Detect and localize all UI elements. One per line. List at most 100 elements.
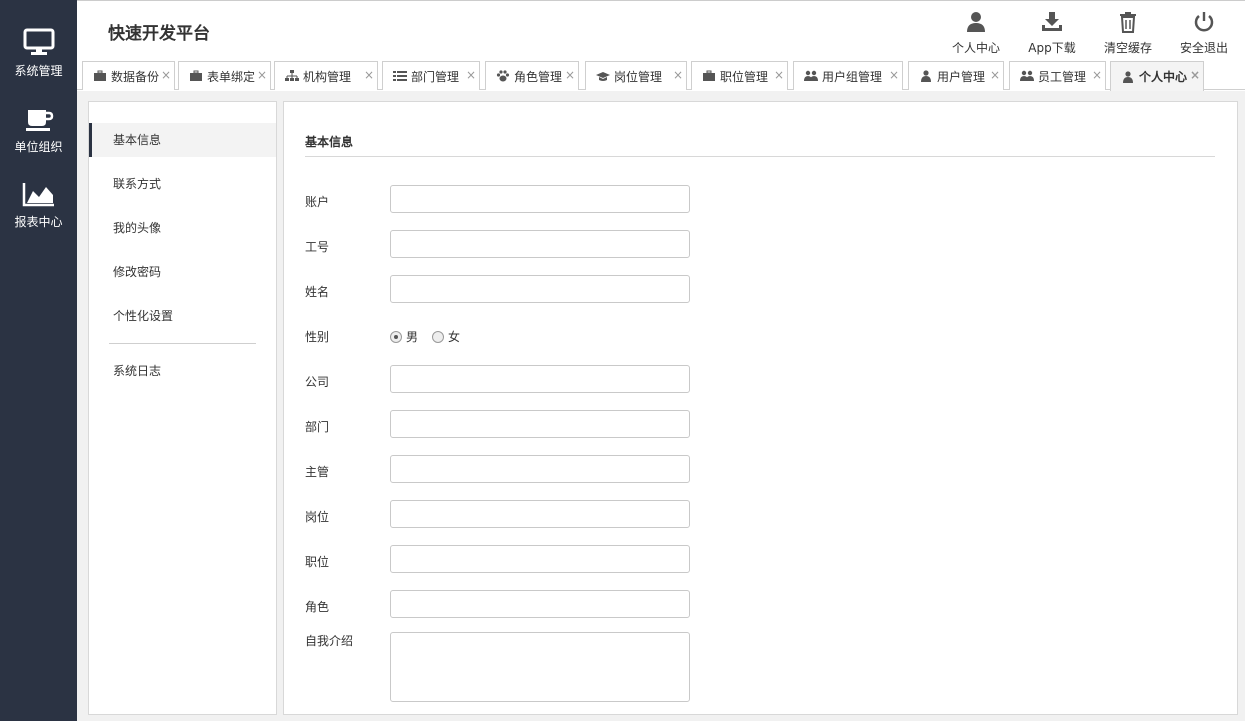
tab-label: 员工管理	[1038, 69, 1087, 84]
tab-label: 职位管理	[720, 69, 769, 84]
nav-label: 单位组织	[14, 140, 63, 154]
close-icon[interactable]: ×	[1190, 68, 1200, 82]
tab-post-management[interactable]: 岗位管理 ×	[585, 61, 687, 90]
tab-label: 数据备份	[111, 69, 160, 84]
name-label: 姓名	[305, 285, 330, 299]
close-icon[interactable]: ×	[565, 68, 575, 82]
tab-org-management[interactable]: 机构管理 ×	[274, 61, 378, 90]
tab-dept-management[interactable]: 部门管理 ×	[382, 61, 480, 90]
app-title: 快速开发平台	[108, 24, 210, 44]
department-input[interactable]	[390, 410, 690, 438]
tab-label: 岗位管理	[614, 69, 663, 84]
tab-label: 用户管理	[937, 69, 986, 84]
briefcase-icon	[94, 70, 106, 81]
side-item-change-password[interactable]: 修改密码	[89, 255, 276, 289]
tab-user-management[interactable]: 用户管理 ×	[908, 61, 1004, 90]
close-icon[interactable]: ×	[990, 68, 1000, 82]
trash-icon	[1120, 12, 1136, 33]
employee-no-label: 工号	[305, 240, 330, 254]
app-download-label: App下载	[1028, 41, 1076, 55]
briefcase-icon	[190, 70, 202, 81]
post-label: 岗位	[305, 510, 330, 524]
side-menu: 基本信息 联系方式 我的头像 修改密码 个性化设置 系统日志	[88, 101, 277, 715]
close-icon[interactable]: ×	[673, 68, 683, 82]
section-divider	[305, 156, 1215, 157]
personal-center-label: 个人中心	[951, 41, 1000, 55]
post-input[interactable]	[390, 500, 690, 528]
tab-label: 表单绑定	[207, 69, 256, 84]
close-icon[interactable]: ×	[774, 68, 784, 82]
radio-checked-icon	[390, 330, 402, 343]
gender-female-label: 女	[448, 330, 461, 344]
tab-label: 部门管理	[411, 69, 460, 84]
tab-bar: 数据备份 × 表单绑定 × 机构管理 × 部门管理 × 角色管理 × 岗位管理 …	[77, 60, 1245, 91]
left-nav: 系统管理 单位组织 报表中心	[0, 0, 77, 721]
close-icon[interactable]: ×	[364, 68, 374, 82]
coffee-cup-icon	[25, 110, 53, 131]
users-icon	[1020, 70, 1034, 81]
safe-logout-label: 安全退出	[1179, 41, 1228, 55]
close-icon[interactable]: ×	[466, 68, 476, 82]
personal-center-button[interactable]: 个人中心	[941, 11, 1011, 56]
gender-radio-group: 男 女	[390, 328, 474, 345]
briefcase-icon	[703, 70, 715, 81]
tab-label: 角色管理	[514, 69, 563, 84]
tab-form-binding[interactable]: 表单绑定 ×	[178, 61, 271, 90]
tab-user-group-management[interactable]: 用户组管理 ×	[793, 61, 903, 90]
user-icon	[1123, 70, 1133, 83]
paw-icon	[496, 70, 510, 82]
tab-employee-management[interactable]: 员工管理 ×	[1009, 61, 1106, 90]
radio-unchecked-icon	[432, 330, 445, 343]
side-divider	[109, 343, 256, 344]
gender-label: 性别	[305, 330, 330, 344]
close-icon[interactable]: ×	[1092, 68, 1102, 82]
gender-male-radio[interactable]: 男	[390, 328, 418, 345]
side-item-personalization[interactable]: 个性化设置	[89, 299, 276, 333]
name-input[interactable]	[390, 275, 690, 303]
account-label: 账户	[305, 195, 330, 209]
side-item-system-log[interactable]: 系统日志	[89, 354, 276, 388]
clear-cache-button[interactable]: 清空缓存	[1093, 11, 1163, 56]
app-download-button[interactable]: App下载	[1017, 11, 1087, 56]
main-panel: 基本信息 账户 工号 姓名 性别 男 女 公司 部门 主管 岗位 职位 角色 自…	[283, 101, 1238, 715]
graduation-cap-icon	[596, 72, 610, 81]
close-icon[interactable]: ×	[257, 68, 267, 82]
tab-label: 用户组管理	[822, 69, 883, 84]
tab-label: 个人中心	[1139, 70, 1188, 84]
monitor-icon	[23, 28, 54, 55]
nav-item-unit-organization[interactable]: 单位组织	[0, 106, 77, 155]
intro-textarea[interactable]	[390, 632, 690, 702]
company-label: 公司	[305, 375, 330, 389]
position-input[interactable]	[390, 545, 690, 573]
close-icon[interactable]: ×	[889, 68, 899, 82]
nav-label: 系统管理	[14, 64, 63, 78]
tab-personal-center[interactable]: 个人中心 ×	[1110, 61, 1204, 91]
account-input[interactable]	[390, 185, 690, 213]
company-input[interactable]	[390, 365, 690, 393]
nav-label: 报表中心	[14, 215, 63, 229]
gender-male-label: 男	[406, 330, 419, 344]
side-item-avatar[interactable]: 我的头像	[89, 211, 276, 245]
safe-logout-button[interactable]: 安全退出	[1169, 11, 1239, 56]
supervisor-label: 主管	[305, 465, 330, 479]
gender-female-radio[interactable]: 女	[432, 328, 460, 345]
clear-cache-label: 清空缓存	[1103, 41, 1152, 55]
role-label: 角色	[305, 600, 330, 614]
nav-item-report-center[interactable]: 报表中心	[0, 181, 77, 230]
users-icon	[804, 70, 818, 81]
tab-role-management[interactable]: 角色管理 ×	[485, 61, 579, 90]
role-input[interactable]	[390, 590, 690, 618]
user-icon	[967, 12, 985, 32]
tab-position-management[interactable]: 职位管理 ×	[691, 61, 788, 90]
tab-label: 机构管理	[303, 69, 352, 84]
close-icon[interactable]: ×	[161, 68, 171, 82]
employee-no-input[interactable]	[390, 230, 690, 258]
supervisor-input[interactable]	[390, 455, 690, 483]
intro-label: 自我介绍	[305, 634, 354, 648]
nav-item-system-management[interactable]: 系统管理	[0, 28, 77, 79]
sitemap-icon	[285, 70, 299, 81]
side-item-basic-info[interactable]: 基本信息	[89, 123, 276, 157]
tab-data-backup[interactable]: 数据备份 ×	[82, 61, 175, 90]
side-item-contact[interactable]: 联系方式	[89, 167, 276, 201]
list-icon	[393, 71, 407, 81]
